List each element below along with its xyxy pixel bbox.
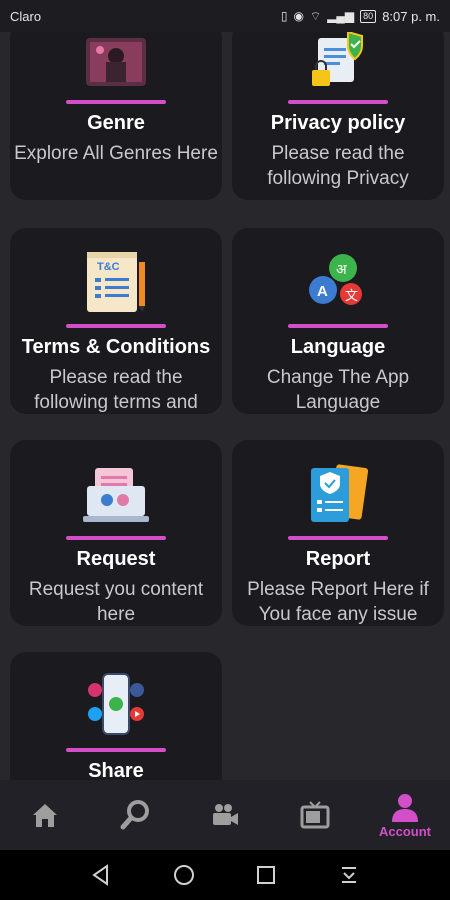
card-description: Please read the following terms and: [34, 367, 198, 413]
card-description: Explore All Genres Here: [14, 143, 218, 164]
nav-account-label: Account: [379, 823, 431, 839]
signal-icon: ▂▄▆: [327, 9, 355, 23]
carrier-label: Claro: [10, 8, 42, 24]
wifi-icon: ⌔: [309, 8, 322, 23]
card-accent-bar: [66, 536, 166, 540]
status-bar: Claro ▯ ◉ ⌔ ▂▄▆ 80 8:07 p. m.: [0, 0, 450, 32]
card-accent-bar: [66, 748, 166, 752]
request-card[interactable]: Request Request you content here: [10, 440, 222, 626]
bottom-navigation: Account: [0, 780, 450, 850]
card-title: Share: [88, 760, 144, 780]
notification-drawer-icon[interactable]: [337, 863, 361, 887]
card-title: Genre: [87, 112, 145, 134]
card-description: Request you content here: [28, 579, 204, 625]
card-title: Privacy policy: [270, 112, 406, 134]
svg-text:अ: अ: [336, 262, 347, 278]
video-camera-icon: [213, 804, 238, 825]
battery-icon: 80: [360, 9, 377, 23]
card-accent-bar: [288, 324, 388, 328]
share-social-phone-icon: [10, 652, 222, 738]
back-icon[interactable]: [89, 863, 113, 887]
card-title: Report: [305, 548, 371, 570]
report-card[interactable]: Report Please Report Here if You face an…: [232, 440, 444, 626]
language-bubbles-icon: अ A 文: [232, 228, 444, 314]
search-icon: [120, 800, 149, 830]
nav-videos[interactable]: [180, 780, 270, 850]
request-laptop-icon: [10, 440, 222, 526]
svg-text:T&C: T&C: [97, 261, 120, 273]
nav-tv[interactable]: [270, 780, 360, 850]
share-card[interactable]: Share: [10, 652, 222, 780]
home-circle-icon[interactable]: [172, 863, 196, 887]
vibrate-icon: ▯: [280, 9, 288, 23]
card-accent-bar: [288, 100, 388, 104]
privacy-policy-card[interactable]: Privacy policy Please read the following…: [232, 32, 444, 200]
language-card[interactable]: अ A 文 Language Change The App Language: [232, 228, 444, 414]
status-icons: ▯ ◉ ⌔ ▂▄▆ 80 8:07 p. m.: [281, 9, 440, 24]
account-menu-grid: Genre Explore All Genres Here Privacy po…: [0, 32, 450, 780]
home-icon: [33, 804, 57, 827]
card-title: Terms & Conditions: [21, 336, 211, 358]
nav-search[interactable]: [90, 780, 180, 850]
nav-account[interactable]: Account: [360, 780, 450, 850]
card-description: Please Report Here if You face any issue: [247, 579, 429, 625]
card-description: Change The App Language: [266, 367, 410, 413]
card-accent-bar: [66, 324, 166, 328]
system-navigation-bar: [0, 850, 450, 900]
terms-document-icon: T&C: [10, 228, 222, 314]
svg-text:文: 文: [345, 289, 358, 304]
nav-home[interactable]: [0, 780, 90, 850]
card-description: Please read the following Privacy: [267, 143, 409, 189]
privacy-document-shield-icon: [232, 32, 444, 90]
status-time: 8:07 p. m.: [382, 8, 440, 24]
card-accent-bar: [66, 100, 166, 104]
tv-icon: [300, 801, 330, 829]
recents-icon[interactable]: [254, 863, 278, 887]
genre-image-icon: [10, 32, 222, 90]
report-clipboard-icon: [232, 440, 444, 526]
card-title: Request: [76, 548, 156, 570]
svg-text:A: A: [317, 283, 328, 300]
genre-card[interactable]: Genre Explore All Genres Here: [10, 32, 222, 200]
card-accent-bar: [288, 536, 388, 540]
terms-conditions-card[interactable]: T&C Terms & Conditions Please read the f…: [10, 228, 222, 414]
eye-icon: ◉: [293, 9, 304, 23]
account-icon: [392, 793, 418, 822]
card-title: Language: [290, 336, 386, 358]
